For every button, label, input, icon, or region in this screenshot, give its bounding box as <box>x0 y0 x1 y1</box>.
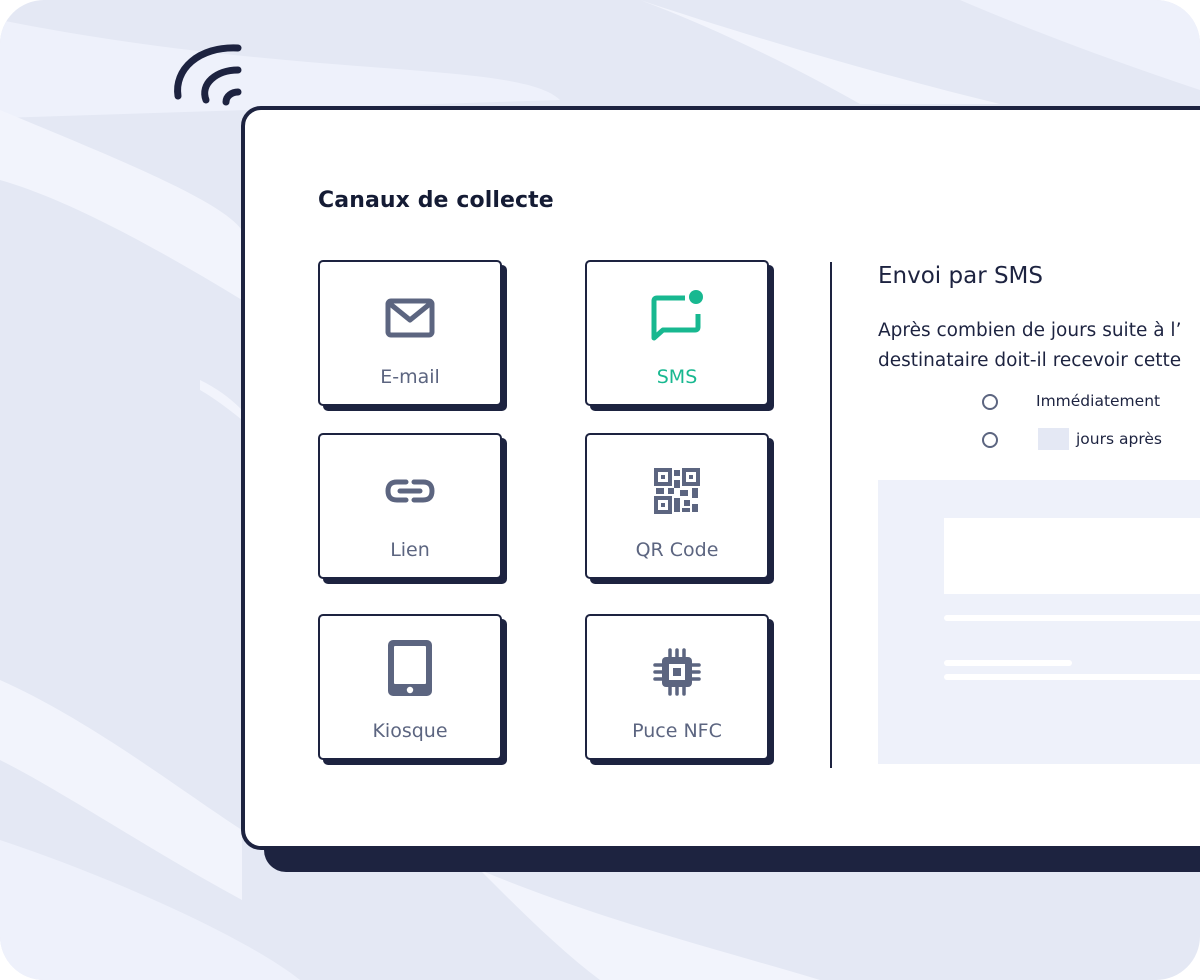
radio-days-after[interactable] <box>982 432 998 448</box>
channel-label: Puce NFC <box>632 720 722 742</box>
chat-notification-icon <box>587 290 767 346</box>
radio-label-immediately: Immédiatement <box>1036 392 1161 410</box>
channel-label: QR Code <box>635 539 719 561</box>
channel-label: E-mail <box>380 366 440 388</box>
radio-immediately[interactable] <box>982 394 998 410</box>
vertical-divider <box>830 262 832 768</box>
illustration-canvas: Canaux de collecte E-mail SMS Lien QR Co… <box>0 0 1200 980</box>
preview-placeholder-line <box>944 674 1200 680</box>
preview-placeholder-block <box>944 518 1200 594</box>
channel-label: Lien <box>390 539 430 561</box>
tablet-icon <box>320 636 500 700</box>
channel-card-kiosk[interactable]: Kiosque <box>318 614 502 760</box>
link-icon <box>320 463 500 519</box>
channel-label: Kiosque <box>372 720 448 742</box>
channel-card-email[interactable]: E-mail <box>318 260 502 406</box>
radio-label-days-after: jours après <box>1076 430 1162 448</box>
question-line-1: Après combien de jours suite à l’ <box>878 320 1182 341</box>
channel-label: SMS <box>656 366 698 388</box>
qr-code-icon <box>587 463 767 519</box>
question-line-2: destinataire doit-il recevoir cette <box>878 350 1182 371</box>
message-preview-panel <box>878 480 1200 764</box>
envelope-icon <box>320 290 500 346</box>
wireless-signal-icon <box>174 44 242 106</box>
channel-card-qr-code[interactable]: QR Code <box>585 433 769 579</box>
sms-panel-title: Envoi par SMS <box>878 263 1043 289</box>
section-title: Canaux de collecte <box>318 188 554 213</box>
days-input[interactable] <box>1038 428 1069 450</box>
chip-icon <box>587 644 767 700</box>
channel-card-link[interactable]: Lien <box>318 433 502 579</box>
channel-card-sms[interactable]: SMS <box>585 260 769 406</box>
sms-question: Après combien de jours suite à l’ destin… <box>878 316 1200 376</box>
channel-card-nfc-chip[interactable]: Puce NFC <box>585 614 769 760</box>
preview-placeholder-line <box>944 660 1072 666</box>
preview-placeholder-line <box>944 615 1200 621</box>
